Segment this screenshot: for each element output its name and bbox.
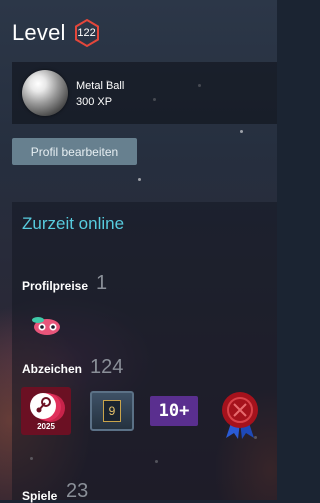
level-header: Level 122 <box>12 18 102 48</box>
level-label: Level <box>12 20 66 45</box>
badges-link[interactable]: Abzeichen <box>22 362 82 376</box>
metal-ball-icon <box>22 70 68 116</box>
ten-plus-badge-icon[interactable]: 10+ <box>150 396 198 426</box>
steam-2025-badge-icon[interactable]: 2025 <box>21 387 71 435</box>
level-badge[interactable]: 122 <box>72 18 102 48</box>
level-9-badge-icon[interactable]: 9 <box>90 391 134 431</box>
level-value: 122 <box>77 27 96 39</box>
badge-level-number: 9 <box>103 400 121 422</box>
showcase-item-name: Metal Ball <box>76 80 125 92</box>
badges-count[interactable]: 124 <box>90 356 123 379</box>
awards-count[interactable]: 1 <box>96 272 107 295</box>
badge-year: 2025 <box>37 422 55 431</box>
profile-right-panel: Zurzeit online Profilpreise 1 Abzeichen … <box>12 202 277 503</box>
awards-link[interactable]: Profilpreise <box>22 279 88 293</box>
games-link[interactable]: Spiele <box>22 489 57 503</box>
profile-award-icon[interactable] <box>28 315 62 337</box>
edit-profile-button[interactable]: Profil bearbeiten <box>12 138 137 165</box>
showcase-item-xp: 300 XP <box>76 96 113 108</box>
wax-seal-badge-icon[interactable] <box>218 390 262 440</box>
online-status: Zurzeit online <box>22 214 125 233</box>
item-showcase[interactable]: Metal Ball 300 XP <box>12 62 277 124</box>
